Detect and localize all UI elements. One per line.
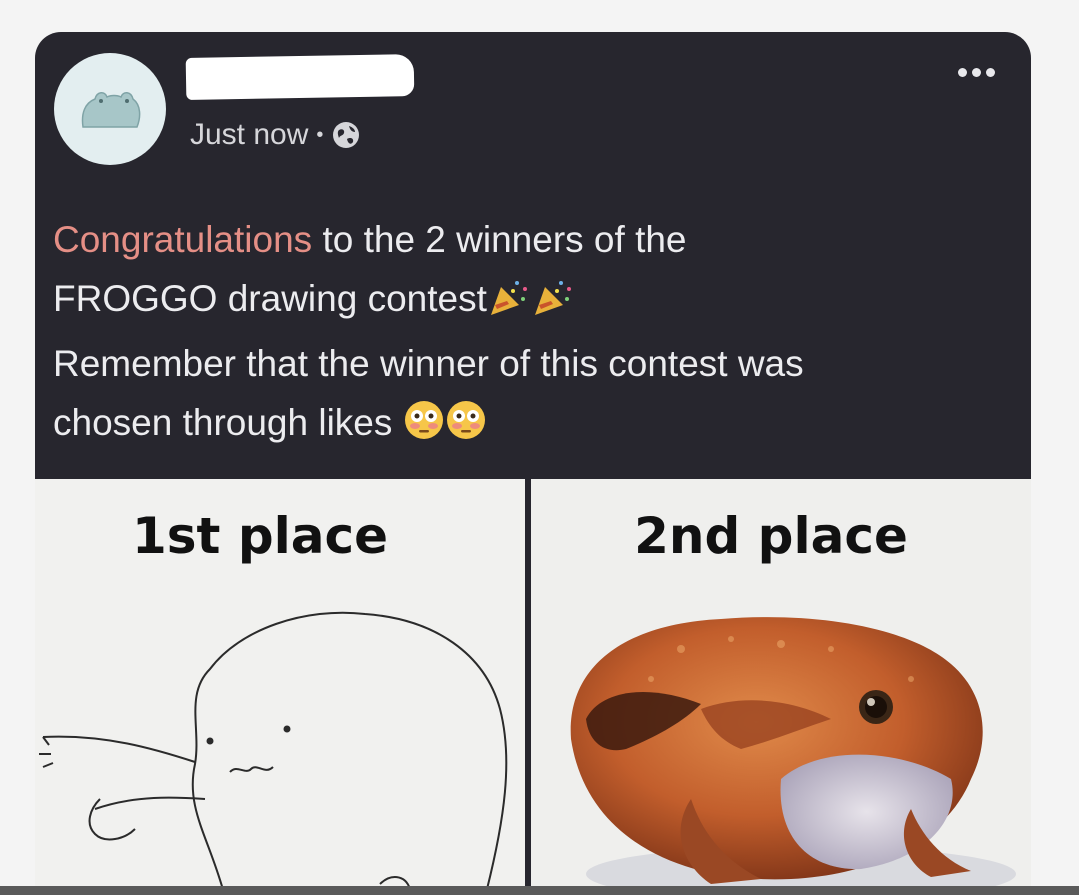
globe-icon [333, 122, 360, 148]
second-place-image[interactable]: 2nd place [531, 479, 1031, 895]
highlight-word[interactable]: Congratulations [53, 219, 312, 260]
post-line-3: Remember that the winner of this contest… [53, 343, 804, 384]
meta-separator: • [316, 124, 324, 146]
flushed-face-icon [445, 399, 487, 458]
frog-avatar-icon [81, 92, 141, 128]
post-line-4: chosen through likes [53, 393, 1013, 458]
post-images: 1st place 2nd place [35, 479, 1031, 895]
party-popper-icon [531, 275, 575, 334]
bottom-divider [0, 886, 1079, 895]
flushed-face-icon [403, 399, 445, 458]
line1-rest: to the 2 winners of the [312, 219, 687, 260]
more-options-button[interactable] [958, 68, 995, 77]
line2-text: FROGGO drawing contest [53, 278, 487, 319]
post-line-2: FROGGO drawing contest [53, 269, 1013, 334]
line4-text: chosen through likes [53, 402, 393, 443]
redacted-author-name [185, 54, 415, 100]
post-meta: Just now • [190, 118, 361, 152]
post-card: Just now • Congratulations to the 2 winn… [35, 32, 1031, 895]
timestamp[interactable]: Just now [190, 118, 308, 152]
first-place-label: 1st place [131, 507, 389, 565]
more-horizontal-icon [972, 68, 981, 77]
more-horizontal-icon [958, 68, 967, 77]
avatar[interactable] [54, 53, 166, 165]
post-line-1: Congratulations to the 2 winners of the [53, 210, 1013, 269]
first-place-image[interactable]: 1st place [35, 479, 525, 895]
party-popper-icon [487, 275, 531, 334]
page: Just now • Congratulations to the 2 winn… [0, 0, 1079, 895]
second-place-label: 2nd place [634, 507, 908, 565]
more-horizontal-icon [986, 68, 995, 77]
post-text: Congratulations to the 2 winners of the … [53, 210, 1013, 458]
